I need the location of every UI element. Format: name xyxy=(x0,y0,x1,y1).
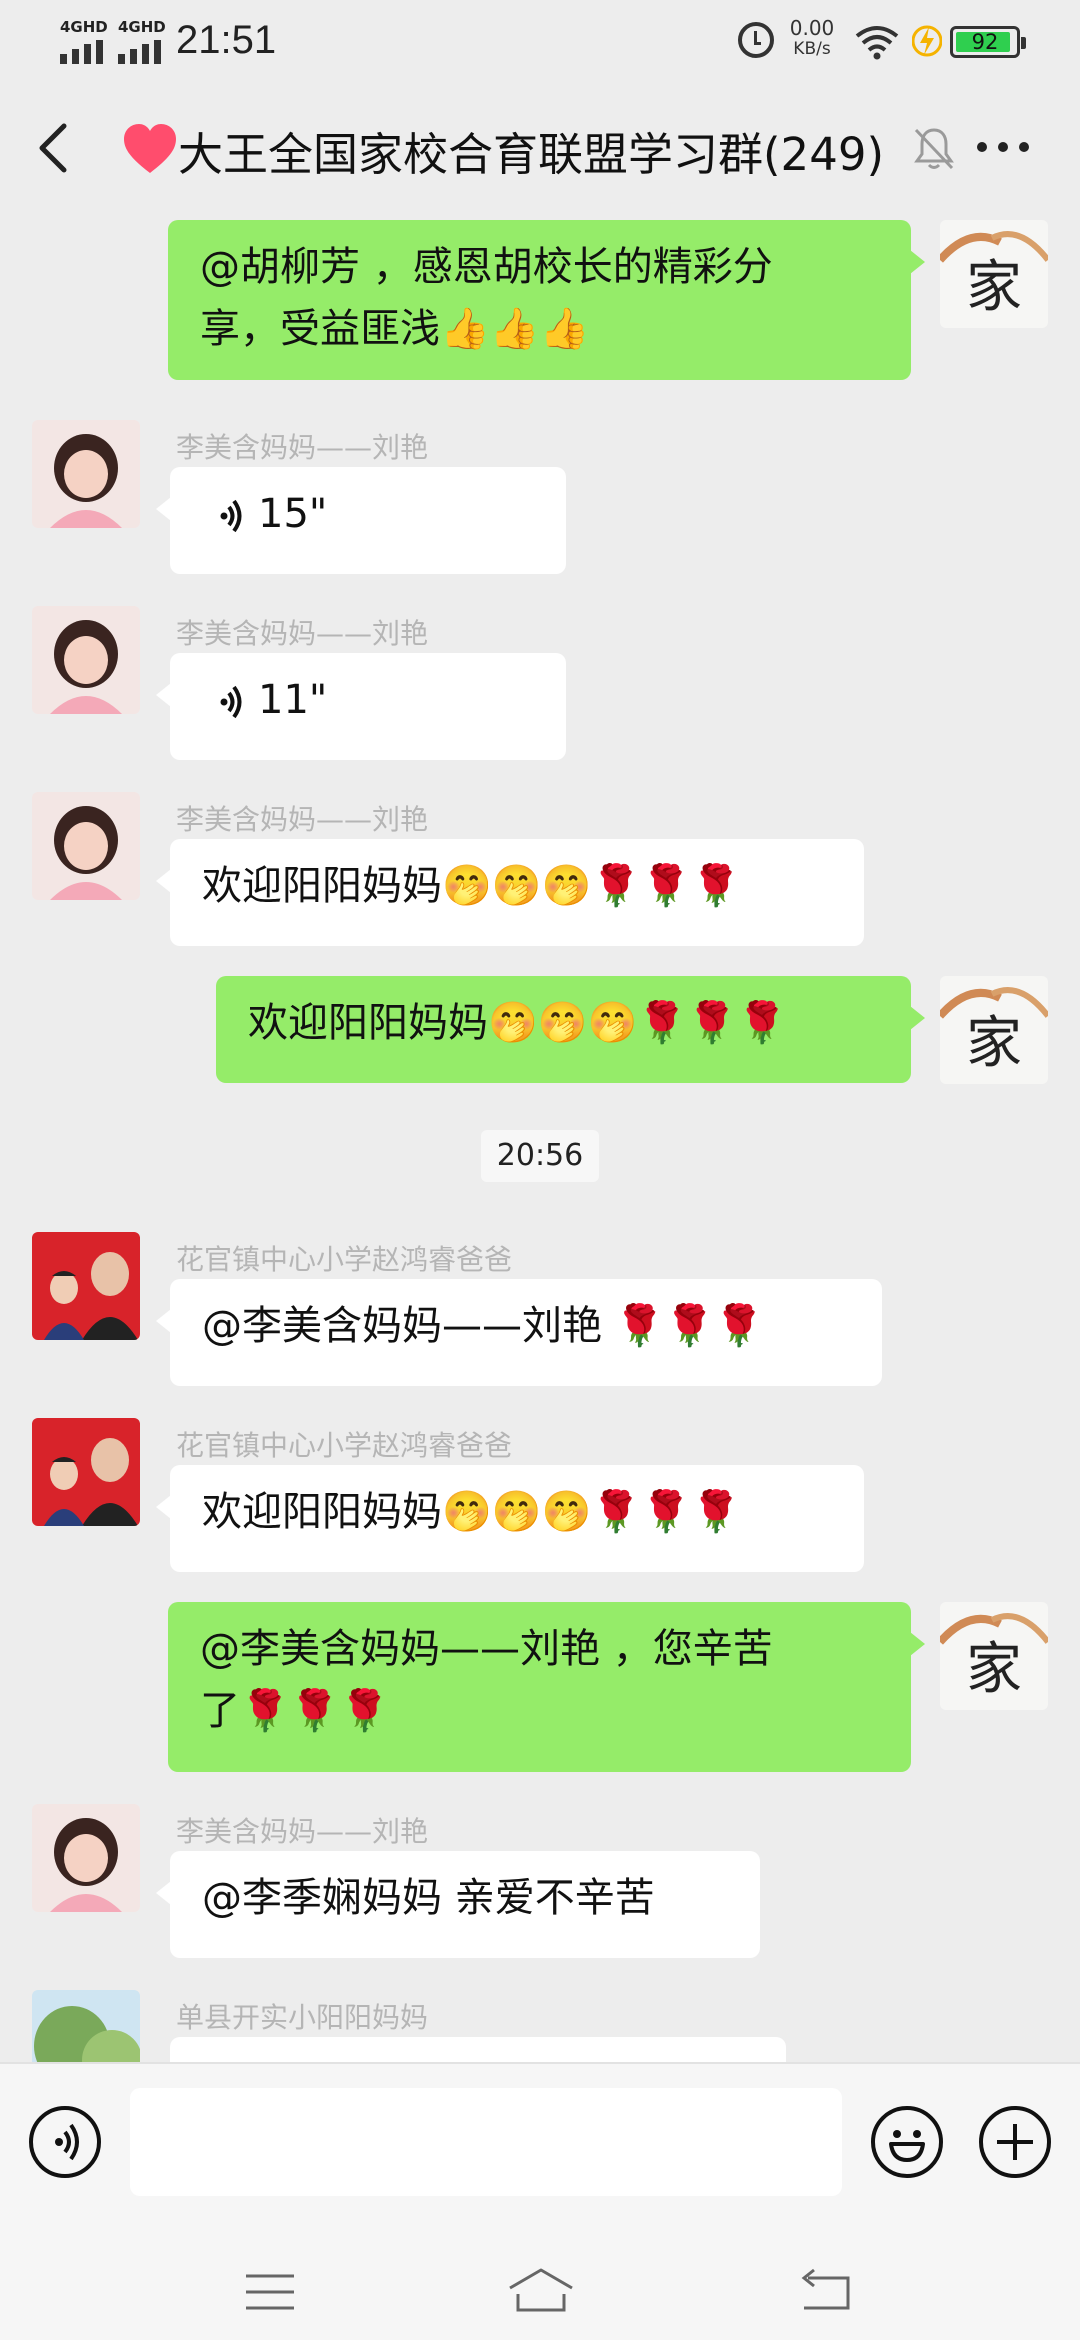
sender-avatar[interactable] xyxy=(32,606,140,714)
avatar-girl-photo xyxy=(32,1804,140,1912)
avatar-home-icon: 家 xyxy=(940,976,1048,1084)
sender-name: 李美含妈妈——刘艳 xyxy=(176,617,429,650)
sender-name: 李美含妈妈——刘艳 xyxy=(176,431,429,464)
home-icon[interactable] xyxy=(508,2266,574,2314)
sender-avatar[interactable] xyxy=(32,1418,140,1526)
status-bar: 4GHD 4GHD 21:51 0.00 KB/s 92 xyxy=(0,0,1080,84)
message-text: @李美含妈妈——刘艳 🌹🌹🌹 xyxy=(202,1303,765,1349)
message-bubble-self[interactable]: @胡柳芳 ，感恩胡校长的精彩分 享，受益匪浅👍👍👍 xyxy=(168,220,925,380)
sender-name: 花官镇中心小学赵鸿睿爸爸 xyxy=(176,1243,513,1276)
sender-avatar[interactable] xyxy=(32,1804,140,1912)
network-speed: 0.00 KB/s xyxy=(786,18,838,60)
input-bar xyxy=(0,2062,1080,2220)
message-text-line: 享，受益匪浅👍👍👍 xyxy=(200,306,590,352)
signal-bars-icon xyxy=(118,40,164,64)
message-bubble[interactable]: 欢迎阳阳妈妈🤭🤭🤭🌹🌹🌹 xyxy=(156,1465,864,1572)
avatar-father-son-photo xyxy=(32,1232,140,1340)
heart-icon xyxy=(124,124,176,173)
network-label-1: 4GHD xyxy=(60,18,108,36)
voice-message-bubble[interactable]: 15" xyxy=(156,467,566,574)
sender-avatar[interactable] xyxy=(32,420,140,528)
wifi-icon xyxy=(855,26,899,60)
battery-icon: 92 xyxy=(950,26,1026,58)
self-avatar[interactable]: 家 xyxy=(940,976,1048,1084)
more-icon[interactable] xyxy=(975,142,1031,156)
voice-message-bubble[interactable]: 11" xyxy=(156,653,566,760)
avatar-tree-photo xyxy=(32,1990,140,2062)
alarm-icon xyxy=(738,22,774,58)
avatar-char: 家 xyxy=(966,255,1022,320)
avatar-home-icon: 家 xyxy=(940,1602,1048,1710)
mute-icon xyxy=(914,128,954,170)
charging-bolt-icon xyxy=(912,25,942,57)
voice-duration: 11" xyxy=(258,677,328,723)
sender-name: 李美含妈妈——刘艳 xyxy=(176,1815,429,1848)
avatar-father-son-photo xyxy=(32,1418,140,1526)
avatar-girl-photo xyxy=(32,606,140,714)
chat-title: 大王全国家校合育联盟学习群(249) xyxy=(178,128,885,181)
avatar-girl-photo xyxy=(32,420,140,528)
message-bubble[interactable] xyxy=(170,2037,786,2062)
avatar-girl-photo xyxy=(32,792,140,900)
speed-unit: KB/s xyxy=(793,39,831,59)
message-bubble[interactable]: 欢迎阳阳妈妈🤭🤭🤭🌹🌹🌹 xyxy=(156,839,864,946)
message-bubble[interactable]: @李季娴妈妈 亲爱不辛苦 xyxy=(156,1851,760,1958)
sender-name: 李美含妈妈——刘艳 xyxy=(176,803,429,836)
chat-timestamp: 20:56 xyxy=(481,1130,599,1182)
voice-icon xyxy=(220,499,242,533)
sender-avatar[interactable] xyxy=(32,1990,140,2062)
plus-icon xyxy=(997,2124,1033,2160)
message-text-line: @李美含妈妈——刘艳 ，您辛苦 xyxy=(200,1626,773,1672)
message-input[interactable] xyxy=(130,2088,842,2196)
message-text: 欢迎阳阳妈妈🤭🤭🤭🌹🌹🌹 xyxy=(248,1000,787,1046)
chat-header: 大王全国家校合育联盟学习群(249) xyxy=(0,84,1080,214)
avatar-home-icon: 家 xyxy=(940,220,1048,328)
status-time: 21:51 xyxy=(176,18,277,62)
voice-input-button[interactable] xyxy=(29,2106,101,2178)
emoji-icon xyxy=(889,2130,925,2162)
sender-avatar[interactable] xyxy=(32,1232,140,1340)
voice-icon xyxy=(220,685,242,719)
avatar-char: 家 xyxy=(966,1637,1022,1702)
message-text: @李季娴妈妈 亲爱不辛苦 xyxy=(202,1875,655,1921)
signal-bars-icon xyxy=(60,40,106,64)
sender-name: 单县开实小阳阳妈妈 xyxy=(176,2001,429,2034)
voice-duration: 15" xyxy=(258,491,328,537)
chat-area[interactable]: @胡柳芳 ，感恩胡校长的精彩分 享，受益匪浅👍👍👍 家 李美含妈妈——刘艳 15… xyxy=(0,214,1080,2062)
system-navigation-bar xyxy=(0,2220,1080,2340)
sender-avatar[interactable] xyxy=(32,792,140,900)
message-text: 欢迎阳阳妈妈🤭🤭🤭🌹🌹🌹 xyxy=(202,1489,741,1535)
avatar-char: 家 xyxy=(966,1011,1022,1076)
menu-icon[interactable] xyxy=(244,2272,296,2312)
self-avatar[interactable]: 家 xyxy=(940,1602,1048,1710)
emoji-button[interactable] xyxy=(871,2106,943,2178)
message-bubble-self[interactable]: @李美含妈妈——刘艳 ，您辛苦 了🌹🌹🌹 xyxy=(168,1602,925,1772)
voice-icon xyxy=(55,2123,79,2161)
back-icon[interactable] xyxy=(796,2268,852,2312)
battery-level: 92 xyxy=(971,30,999,54)
message-text-line: 了🌹🌹🌹 xyxy=(200,1688,390,1734)
back-icon[interactable] xyxy=(34,120,74,176)
plus-button[interactable] xyxy=(979,2106,1051,2178)
self-avatar[interactable]: 家 xyxy=(940,220,1048,328)
message-bubble-self[interactable]: 欢迎阳阳妈妈🤭🤭🤭🌹🌹🌹 xyxy=(216,976,925,1083)
message-text-line: @胡柳芳 ，感恩胡校长的精彩分 xyxy=(200,244,773,290)
sender-name: 花官镇中心小学赵鸿睿爸爸 xyxy=(176,1429,513,1462)
network-label-2: 4GHD xyxy=(118,18,166,36)
message-bubble[interactable]: @李美含妈妈——刘艳 🌹🌹🌹 xyxy=(156,1279,882,1386)
message-text: 欢迎阳阳妈妈🤭🤭🤭🌹🌹🌹 xyxy=(202,863,741,909)
speed-value: 0.00 xyxy=(789,16,835,40)
